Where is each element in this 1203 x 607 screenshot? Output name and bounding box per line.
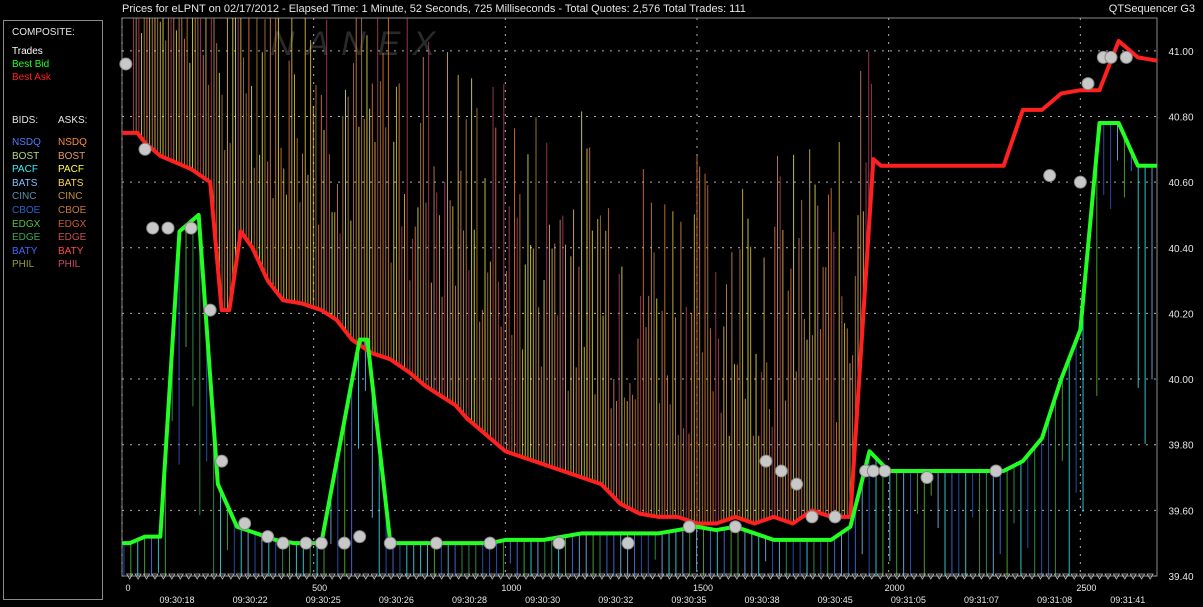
legend-ask-bats: BATS	[58, 177, 84, 189]
time-label: 09:30:18	[159, 595, 194, 605]
time-label: 09:30:26	[379, 595, 414, 605]
trade-marker	[261, 530, 275, 544]
trade-marker	[203, 303, 217, 317]
trade-marker	[276, 536, 290, 550]
time-label: 09:30:30	[525, 595, 560, 605]
composite-header: COMPOSITE:	[12, 27, 75, 38]
trade-marker	[299, 536, 313, 550]
trade-marker	[215, 454, 229, 468]
trade-marker	[828, 510, 842, 524]
trade-marker	[621, 536, 635, 550]
app-name: QTSequencer G3	[1108, 3, 1195, 15]
trade-marker	[429, 536, 443, 550]
legend-bid-baty: BATY	[12, 245, 38, 257]
trade-marker	[728, 520, 742, 534]
trade-marker	[383, 536, 397, 550]
legend-best-ask: Best Ask	[12, 72, 51, 83]
y-tick-label: 40.60	[1168, 178, 1193, 189]
legend-bid-phil: PHIL	[12, 259, 35, 271]
time-label: 09:31:07	[964, 595, 999, 605]
time-label: 09:31:41	[1110, 595, 1145, 605]
time-label: 09:30:22	[233, 595, 268, 605]
x-tick-label: 500	[312, 583, 327, 593]
y-tick-label: 41.00	[1168, 47, 1193, 58]
y-tick-label: 40.40	[1168, 244, 1193, 255]
legend-ask-baty: BATY	[58, 245, 84, 257]
x-tick-label: 0	[125, 583, 130, 593]
time-label: 09:30:45	[818, 595, 853, 605]
trade-marker	[1119, 50, 1133, 64]
legend-bid-edge: EDGE	[12, 232, 41, 244]
trade-marker	[483, 536, 497, 550]
time-label: 09:30:35	[671, 595, 706, 605]
trade-marker	[774, 464, 788, 478]
legend-bid-cinc: CINC	[12, 191, 37, 203]
trade-marker	[1104, 50, 1118, 64]
trade-marker	[146, 221, 160, 235]
legend-ask-phil: PHIL	[58, 259, 81, 271]
y-tick-label: 39.40	[1168, 572, 1193, 583]
x-tick-label: 2000	[885, 583, 905, 593]
trade-marker	[1043, 169, 1057, 183]
plot-frame	[121, 17, 1158, 577]
trade-marker	[682, 520, 696, 534]
legend-panel: COMPOSITE: Trades Best Bid Best Ask BIDS…	[3, 20, 103, 600]
y-tick-label: 39.60	[1168, 506, 1193, 517]
legend-ask-nsdq: NSDQ	[58, 137, 87, 148]
trade-marker	[920, 471, 934, 485]
price-chart: NANEX 41.00 40.80 40.60 40.40 40.20 40.00 39.80…	[119, 17, 1194, 605]
trade-marker	[866, 464, 880, 478]
legend-bid-nsdq: NSDQ	[12, 137, 41, 148]
bids-header: BIDS:	[12, 115, 39, 126]
y-tick-label: 40.20	[1168, 309, 1193, 320]
x-tick-label: 1000	[501, 583, 521, 593]
legend-ask-cboe: CBOE	[58, 205, 87, 216]
asks-header: ASKS:	[58, 115, 88, 126]
trade-marker	[238, 516, 252, 530]
title-bar: Prices for eLPNT on 02/17/2012 - Elapsed…	[0, 0, 1203, 18]
time-label: 09:31:05	[891, 595, 926, 605]
legend-trades: Trades	[12, 46, 43, 57]
x-tick-label: 1500	[693, 583, 713, 593]
trade-marker	[552, 536, 566, 550]
trade-marker	[1081, 77, 1095, 91]
legend-best-bid: Best Bid	[12, 59, 50, 70]
trade-marker	[138, 142, 152, 156]
time-label: 09:30:25	[306, 595, 341, 605]
legend-ask-bost: BOST	[58, 150, 86, 162]
legend-ask-cinc: CINC	[58, 191, 83, 203]
trade-marker	[790, 477, 804, 491]
legend-ask-edge: EDGE	[58, 232, 87, 244]
trade-marker	[878, 464, 892, 478]
trade-marker	[989, 464, 1003, 478]
x-tick-label: 2500	[1076, 583, 1096, 593]
trade-marker	[805, 510, 819, 524]
time-label: 09:30:28	[452, 595, 487, 605]
legend-bid-pacf: PACF	[12, 164, 38, 176]
y-tick-label: 39.80	[1168, 441, 1193, 452]
y-tick-label: 40.80	[1168, 112, 1193, 123]
trade-marker	[353, 530, 367, 544]
watermark: NANEX	[270, 25, 447, 63]
trade-marker	[161, 221, 175, 235]
legend-bid-bost: BOST	[12, 150, 40, 162]
trade-marker	[759, 454, 773, 468]
legend-bid-edgx: EDGX	[12, 218, 41, 230]
trade-marker	[1073, 175, 1087, 189]
legend-bid-cboe: CBOE	[12, 205, 41, 216]
trade-marker	[119, 57, 133, 71]
legend-ask-edgx: EDGX	[58, 218, 87, 230]
trade-marker	[184, 221, 198, 235]
y-tick-label: 40.00	[1168, 375, 1193, 386]
time-label: 09:30:32	[598, 595, 633, 605]
time-label: 09:30:38	[745, 595, 780, 605]
trade-marker	[314, 536, 328, 550]
legend-bid-bats: BATS	[12, 177, 38, 189]
trade-marker	[337, 536, 351, 550]
chart-title: Prices for eLPNT on 02/17/2012 - Elapsed…	[122, 3, 746, 15]
legend-ask-pacf: PACF	[58, 164, 84, 176]
time-label: 09:31:08	[1037, 595, 1072, 605]
